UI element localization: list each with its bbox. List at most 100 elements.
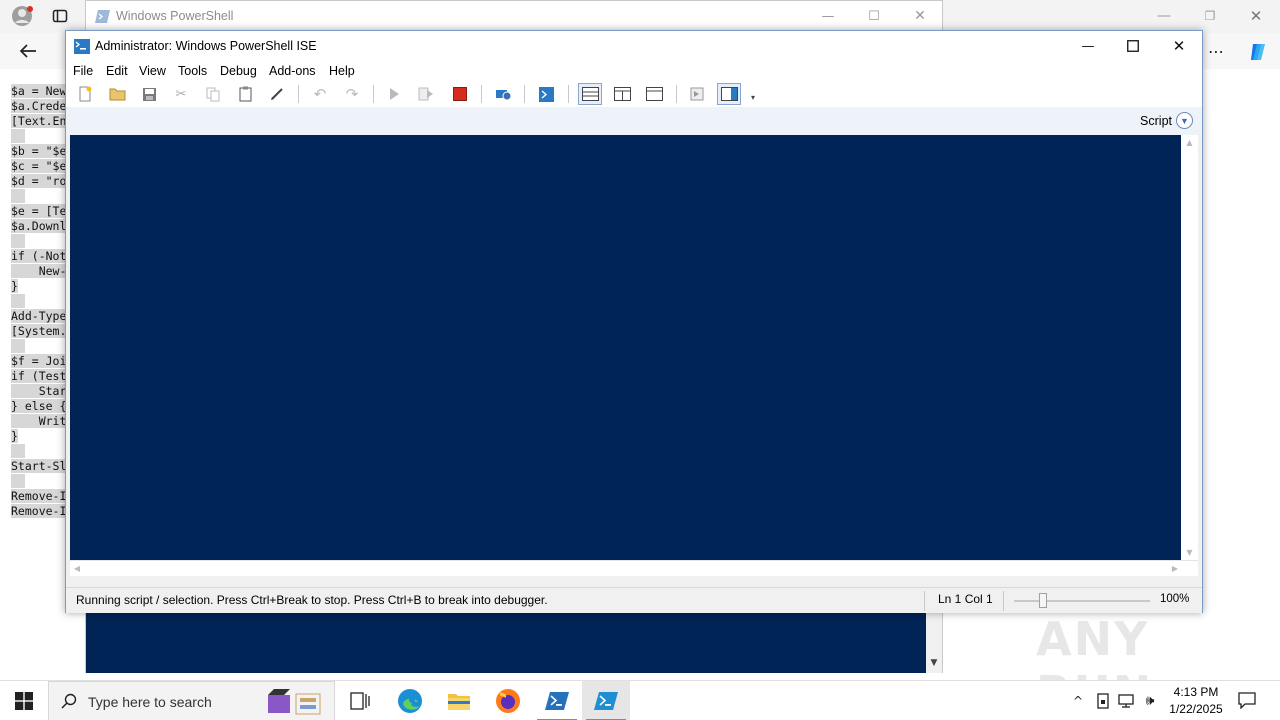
tab-actions-icon[interactable] bbox=[50, 6, 70, 26]
browser-minimize-icon[interactable]: — bbox=[1152, 6, 1176, 26]
console-horizontal-scrollbar[interactable]: ◀ ▶ bbox=[70, 560, 1198, 576]
edge-taskbar-button[interactable] bbox=[386, 681, 434, 720]
toolbar-overflow-icon[interactable]: ▾ bbox=[747, 91, 759, 103]
script-line-text: $a.Crede bbox=[11, 99, 67, 113]
script-line-text: } bbox=[11, 279, 18, 293]
more-icon[interactable]: ⋯ bbox=[1204, 39, 1228, 63]
ps-maximize-icon[interactable]: ☐ bbox=[862, 6, 886, 26]
stop-icon[interactable] bbox=[450, 84, 470, 104]
zoom-slider-thumb[interactable] bbox=[1039, 593, 1047, 608]
show-script-maximized-icon[interactable] bbox=[644, 84, 664, 104]
back-arrow-icon[interactable] bbox=[14, 39, 42, 63]
script-line: Star bbox=[11, 384, 67, 399]
taskbar: Type here to search ^ 🕪 4:13 PM 1/22/202… bbox=[0, 680, 1280, 720]
task-view-button[interactable] bbox=[336, 681, 384, 720]
taskbar-search-box[interactable]: Type here to search bbox=[48, 681, 335, 720]
script-line-text: [System. bbox=[11, 324, 67, 338]
profile-icon[interactable] bbox=[10, 4, 34, 28]
menu-file[interactable]: File bbox=[73, 64, 93, 78]
scroll-up-icon[interactable]: ▲ bbox=[1184, 137, 1195, 147]
script-line bbox=[11, 294, 66, 309]
copy-icon[interactable] bbox=[203, 84, 223, 104]
ise-console-pane[interactable] bbox=[70, 135, 1181, 560]
scroll-down-icon[interactable]: ▼ bbox=[928, 657, 940, 669]
script-line-text: $c = "$e bbox=[11, 159, 67, 173]
network-icon[interactable] bbox=[1117, 691, 1135, 711]
ise-maximize-icon[interactable] bbox=[1121, 35, 1145, 57]
notifications-icon[interactable] bbox=[1236, 689, 1258, 711]
powershell-scrollbar[interactable]: ▼ bbox=[926, 613, 942, 673]
show-command-addon-icon[interactable] bbox=[717, 83, 741, 105]
script-line-text: Star bbox=[11, 384, 67, 398]
script-line-text: $f = Joi bbox=[11, 354, 67, 368]
menu-view[interactable]: View bbox=[139, 64, 166, 78]
background-script-text: $a = New $a.Crede [Text.En $b = "$e $c = "$e… bbox=[11, 84, 67, 519]
script-line: } else { bbox=[11, 399, 67, 414]
folder-icon bbox=[448, 694, 470, 710]
script-line-text: Add-Type bbox=[11, 309, 67, 323]
status-message: Running script / selection. Press Ctrl+B… bbox=[76, 593, 548, 607]
undo-icon[interactable]: ↶ bbox=[310, 84, 330, 104]
show-commands-icon[interactable] bbox=[687, 84, 707, 104]
menu-addons[interactable]: Add-ons bbox=[269, 64, 316, 78]
script-line bbox=[11, 234, 66, 249]
search-icon bbox=[60, 692, 78, 710]
show-script-right-icon[interactable] bbox=[612, 84, 632, 104]
chevron-up-icon[interactable]: ^ bbox=[1070, 691, 1086, 711]
script-label[interactable]: Script bbox=[1140, 114, 1172, 128]
clock-date[interactable]: 1/22/2025 bbox=[1163, 702, 1229, 716]
scroll-left-icon[interactable]: ◀ bbox=[72, 563, 82, 574]
ise-close-icon[interactable]: ✕ bbox=[1167, 35, 1191, 57]
powershell-console[interactable] bbox=[86, 613, 926, 673]
script-line-text bbox=[11, 474, 25, 488]
clear-icon[interactable] bbox=[267, 84, 287, 104]
menu-tools[interactable]: Tools bbox=[178, 64, 207, 78]
zoom-slider-track[interactable] bbox=[1014, 600, 1150, 602]
ise-titlebar[interactable]: Administrator: Windows PowerShell ISE — … bbox=[66, 31, 1202, 61]
script-line: New- bbox=[11, 264, 67, 279]
powershell-titlebar[interactable]: Windows PowerShell — ☐ ✕ bbox=[86, 1, 942, 31]
start-button[interactable] bbox=[0, 681, 48, 720]
device-icon[interactable] bbox=[1094, 691, 1112, 711]
script-line: if (Test bbox=[11, 369, 67, 384]
console-vertical-scrollbar[interactable]: ▲ ▼ bbox=[1181, 135, 1198, 560]
script-line bbox=[11, 189, 66, 204]
start-powershell-icon[interactable] bbox=[536, 84, 556, 104]
ps-minimize-icon[interactable]: — bbox=[816, 6, 840, 26]
chevron-down-icon[interactable]: ▼ bbox=[1176, 112, 1193, 129]
copilot-icon[interactable] bbox=[1245, 39, 1271, 65]
save-icon[interactable] bbox=[139, 84, 159, 104]
volume-icon[interactable]: 🕪 bbox=[1141, 691, 1159, 711]
browser-close-icon[interactable]: ✕ bbox=[1244, 6, 1268, 26]
open-folder-icon[interactable] bbox=[107, 84, 127, 104]
script-line-text: $a = New bbox=[11, 84, 67, 98]
script-line-text bbox=[11, 294, 25, 308]
redo-icon[interactable]: ↷ bbox=[342, 84, 362, 104]
remote-powershell-icon[interactable] bbox=[493, 84, 513, 104]
run-selection-icon[interactable] bbox=[416, 84, 436, 104]
script-line-text bbox=[11, 444, 25, 458]
paste-icon[interactable] bbox=[235, 84, 255, 104]
scroll-down-icon[interactable]: ▼ bbox=[1184, 547, 1195, 557]
scroll-right-icon[interactable]: ▶ bbox=[1170, 563, 1180, 574]
script-line-text bbox=[11, 234, 25, 248]
ps-close-icon[interactable]: ✕ bbox=[908, 6, 932, 26]
cut-icon[interactable]: ✂ bbox=[171, 84, 191, 104]
menu-debug[interactable]: Debug bbox=[220, 64, 257, 78]
powershell-taskbar-button[interactable] bbox=[533, 681, 581, 720]
show-script-top-icon[interactable] bbox=[578, 83, 602, 105]
edge-icon bbox=[398, 689, 422, 713]
file-explorer-taskbar-button[interactable] bbox=[435, 681, 483, 720]
new-file-icon[interactable] bbox=[75, 84, 95, 104]
menu-edit[interactable]: Edit bbox=[106, 64, 128, 78]
firefox-taskbar-button[interactable] bbox=[484, 681, 532, 720]
script-line: Remove-I bbox=[11, 504, 67, 519]
browser-restore-icon[interactable]: ❐ bbox=[1198, 6, 1222, 26]
ise-taskbar-button[interactable] bbox=[582, 681, 630, 720]
menu-help[interactable]: Help bbox=[329, 64, 355, 78]
clock-time[interactable]: 4:13 PM bbox=[1171, 685, 1221, 699]
script-line: $b = "$e bbox=[11, 144, 67, 159]
ise-minimize-icon[interactable]: — bbox=[1076, 36, 1100, 56]
run-script-icon[interactable] bbox=[384, 84, 404, 104]
script-line: $e = [Te bbox=[11, 204, 67, 219]
